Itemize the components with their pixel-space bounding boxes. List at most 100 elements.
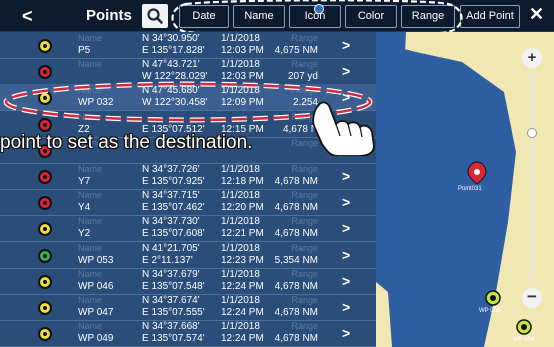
point-date: 1/1/2018 — [221, 33, 260, 44]
name-label: Name — [78, 33, 103, 43]
point-date: 1/1/2018 — [221, 268, 260, 280]
point-range: 4,675 NM — [274, 45, 318, 56]
longitude: E 135°07.548' — [142, 280, 205, 292]
chevron-right-icon[interactable]: > — [342, 299, 350, 315]
latitude: N 34°37.730' — [142, 216, 200, 228]
list-item[interactable]: Name WP 047 N 34°37.674' E 135°07.555' 1/1/2… — [0, 294, 376, 321]
point-name: Y4 — [78, 202, 91, 214]
point-time: 12:24 PM — [221, 307, 264, 318]
chevron-right-icon[interactable]: > — [342, 325, 350, 341]
hand-pointer-icon — [312, 101, 375, 156]
point-time: 12:24 PM — [221, 280, 264, 292]
chevron-right-icon[interactable]: > — [342, 273, 350, 289]
list-item[interactable]: Name WP 049 N 34°37.668' E 135°07.574' 1/1/2… — [0, 320, 376, 347]
range-label: Range — [291, 268, 318, 279]
chevron-right-icon[interactable]: > — [342, 220, 350, 236]
point-icon — [38, 39, 52, 53]
latitude: N 34°37.668' — [142, 321, 200, 333]
latitude: N 47°43.721' — [142, 59, 200, 71]
point-name: WP 047 — [78, 307, 114, 318]
longitude: E 135°07.574' — [142, 333, 205, 345]
zoom-slider[interactable] — [531, 72, 533, 282]
name-label: Name — [78, 59, 103, 70]
point-name: WP 049 — [78, 333, 114, 345]
zoom-in-button[interactable]: + — [522, 48, 542, 68]
point-range: 4,678 NM — [274, 228, 318, 240]
chevron-right-icon[interactable]: > — [342, 247, 350, 263]
longitude: E 135°17.828' — [142, 45, 205, 56]
list-item[interactable]: Name Y2 N 34°37.730' E 135°07.608' 1/1/2018 1… — [0, 215, 376, 243]
chevron-right-icon[interactable]: > — [342, 168, 350, 184]
point-time: 12:18 PM — [221, 176, 264, 187]
name-label: Name — [78, 321, 103, 332]
point-name: WP 046 — [78, 280, 114, 292]
point031-marker[interactable] — [466, 160, 488, 186]
list-item[interactable]: Name Y7 N 34°37.726' E 135°07.925' 1/1/2018 1… — [0, 163, 376, 190]
longitude: E 2°11.137' — [142, 254, 193, 266]
name-label: Name — [78, 164, 103, 174]
point-time: 12:23 PM — [221, 254, 264, 266]
point-time: 12:20 PM — [221, 202, 264, 214]
points-screen: < Points Date Name Icon Color Range Add … — [0, 0, 554, 347]
point-range: 5,354 NM — [274, 254, 318, 266]
point-range: 4,678 NM — [274, 333, 318, 345]
point-date: 1/1/2018 — [221, 242, 260, 254]
range-label: Range — [291, 164, 318, 174]
zoom-out-button[interactable]: − — [522, 288, 542, 308]
longitude: E 135°07.555' — [142, 307, 205, 318]
point-date: 1/1/2018 — [221, 190, 260, 202]
point-icon — [38, 327, 52, 342]
zoom-slider-handle[interactable] — [527, 128, 537, 138]
list-item[interactable]: Name WP 046 N 34°37.679' E 135°07.548' 1/1/2… — [0, 268, 376, 295]
latitude: N 34°37.715' — [142, 190, 200, 202]
point-date: 1/1/2018 — [221, 321, 260, 333]
point-date: 1/1/2018 — [221, 295, 260, 306]
list-item[interactable]: Name WP 053 N 41°21.705' E 2°11.137' 1/1/201… — [0, 242, 376, 269]
longitude: E 135°07.925' — [142, 176, 205, 187]
point031-label: Point031 — [458, 186, 482, 192]
instruction-caption: point to set as the destination. — [0, 132, 253, 153]
range-label: Range — [291, 190, 318, 201]
latitude: N 34°37.726' — [142, 164, 200, 175]
name-label: Name — [78, 268, 103, 279]
point-icon — [38, 170, 52, 184]
name-label: Name — [78, 190, 103, 201]
list-item[interactable]: Name Y4 N 34°37.715' E 135°07.462' 1/1/2018 1… — [0, 189, 376, 217]
chevron-right-icon[interactable]: > — [342, 194, 350, 210]
point-name: WP 053 — [78, 254, 114, 266]
point-date: 1/1/2018 — [221, 164, 260, 175]
range-label: Range — [291, 59, 318, 70]
point-name: P5 — [78, 45, 91, 56]
point-range: 4,678 NM — [274, 307, 318, 318]
range-label: Range — [291, 216, 318, 227]
chevron-right-icon[interactable]: > — [342, 63, 350, 79]
point-name: Y7 — [78, 176, 91, 187]
point-date: 1/1/2018 — [221, 216, 260, 228]
point-time: 12:24 PM — [221, 333, 264, 345]
wp055-marker[interactable] — [484, 289, 502, 307]
point-icon — [38, 196, 52, 211]
point-name: Y2 — [78, 228, 91, 240]
point-icon — [38, 248, 52, 263]
point-date: 1/1/2018 — [221, 59, 260, 71]
range-label: Range — [291, 321, 318, 332]
wp054-marker[interactable] — [515, 318, 533, 336]
wp054-label: WP 054 — [513, 337, 535, 343]
name-label: Name — [78, 216, 103, 227]
latitude: N 41°21.705' — [142, 242, 200, 254]
longitude: E 135°07.462' — [142, 202, 205, 214]
name-label: Name — [78, 242, 103, 253]
chevron-right-icon[interactable]: > — [342, 37, 350, 53]
point-range: 4,678 NM — [274, 280, 318, 292]
point-range: 4,678 NM — [274, 176, 318, 187]
point-time: 12:03 PM — [221, 45, 264, 56]
list-item[interactable]: Name P5 N 34°30.950' E 135°17.828' 1/1/2018 1… — [0, 32, 376, 59]
point-icon — [38, 274, 52, 289]
point-icon — [38, 301, 52, 315]
latitude: N 34°30.950' — [142, 33, 200, 44]
wp055-label: WP 055 — [479, 308, 501, 314]
range-label: Range — [291, 242, 318, 253]
name-label: Name — [78, 295, 103, 305]
point-icon — [38, 222, 52, 237]
longitude: E 135°07.608' — [142, 228, 205, 240]
